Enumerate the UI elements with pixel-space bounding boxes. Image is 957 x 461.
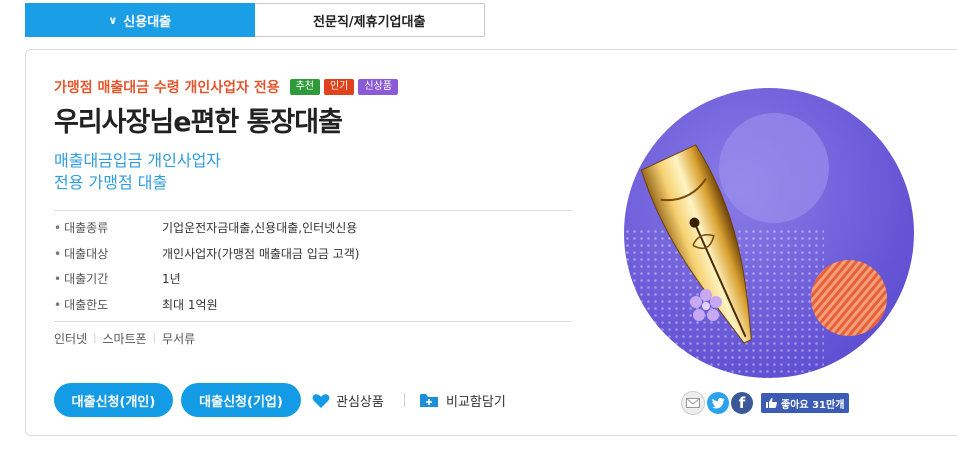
like-count: 좋아요 31만개: [781, 399, 845, 411]
info-value: 1년: [162, 272, 181, 287]
subtitle-line: 매출대금입금 개인사업자: [54, 151, 222, 170]
channel-paperless: 무서류: [162, 332, 196, 346]
apply-personal-button[interactable]: 대출신청(개인): [54, 383, 173, 417]
channel-smartphone: 스마트폰: [102, 332, 147, 346]
info-row-period: 대출기간 1년: [54, 266, 572, 292]
separator: |: [152, 333, 157, 344]
separator: |: [93, 333, 97, 344]
apply-business-button[interactable]: 대출신청(기업): [181, 383, 301, 417]
tab-professional-loan[interactable]: 전문직/제휴기업대출: [254, 3, 485, 37]
eyebrow-text: 가맹점 매출대금 수령 개인사업자 전용: [54, 80, 280, 96]
social-share: f 좋아요 31만개: [681, 391, 850, 415]
tab-label: 전문직/제휴기업대출: [313, 14, 426, 30]
loan-tabs: ∨ 신용대출 전문직/제휴기업대출: [25, 3, 485, 37]
badge-popular: 인기: [323, 79, 355, 95]
heart-icon: [312, 393, 330, 408]
info-label: 대출종류: [54, 219, 162, 236]
chevron-down-icon: ∨: [108, 13, 118, 27]
facebook-icon[interactable]: f: [731, 392, 753, 414]
twitter-icon[interactable]: [707, 392, 729, 414]
info-label: 대출대상: [54, 245, 162, 262]
product-subtitle: 매출대금입금 개인사업자 전용 가맹점 대출: [54, 150, 354, 194]
info-label: 대출기간: [54, 270, 162, 287]
tab-label: 신용대출: [123, 14, 172, 30]
favorite-label: 관심상품: [336, 395, 384, 410]
product-title: 우리사장님e편한 통장대출: [54, 107, 343, 138]
info-value: 기업운전자금대출,신용대출,인터넷신용: [162, 221, 358, 236]
channel-internet: 인터넷: [54, 332, 88, 346]
badge-recommended: 추천: [289, 79, 320, 95]
info-row-limit: 대출한도 최대 1억원: [54, 292, 572, 318]
tab-credit-loan[interactable]: ∨ 신용대출: [25, 3, 255, 37]
subtitle-line: 전용 가맹점 대출: [54, 173, 168, 192]
product-eyebrow: 가맹점 매출대금 수령 개인사업자 전용 추천 인기 신상품: [54, 77, 402, 97]
product-card: 가맹점 매출대금 수령 개인사업자 전용 추천 인기 신상품 우리사장님e편한 …: [25, 49, 957, 436]
info-row-type: 대출종류 기업운전자금대출,신용대출,인터넷신용: [54, 215, 572, 241]
info-row-target: 대출대상 개인사업자(가맹점 매출대금 입금 고객): [54, 241, 572, 267]
like-button[interactable]: 좋아요 31만개: [761, 393, 850, 413]
info-label: 대출한도: [54, 296, 162, 313]
divider: [404, 393, 405, 407]
info-value: 최대 1억원: [162, 297, 218, 312]
thumbs-up-icon: [766, 398, 777, 408]
channel-list: 인터넷 | 스마트폰 | 무서류: [54, 330, 195, 347]
favorite-button[interactable]: 관심상품: [312, 391, 384, 410]
product-info-list: 대출종류 기업운전자금대출,신용대출,인터넷신용 대출대상 개인사업자(가맹점 …: [54, 210, 572, 322]
badge-new: 신상품: [358, 79, 398, 95]
folder-add-icon: [420, 394, 438, 407]
email-share-icon[interactable]: [681, 391, 705, 415]
compare-button[interactable]: 비교함담기: [420, 391, 506, 410]
compare-label: 비교함담기: [446, 395, 506, 410]
info-value: 개인사업자(가맹점 매출대금 입금 고객): [162, 246, 360, 261]
fountain-pen-illustration: [624, 88, 914, 378]
